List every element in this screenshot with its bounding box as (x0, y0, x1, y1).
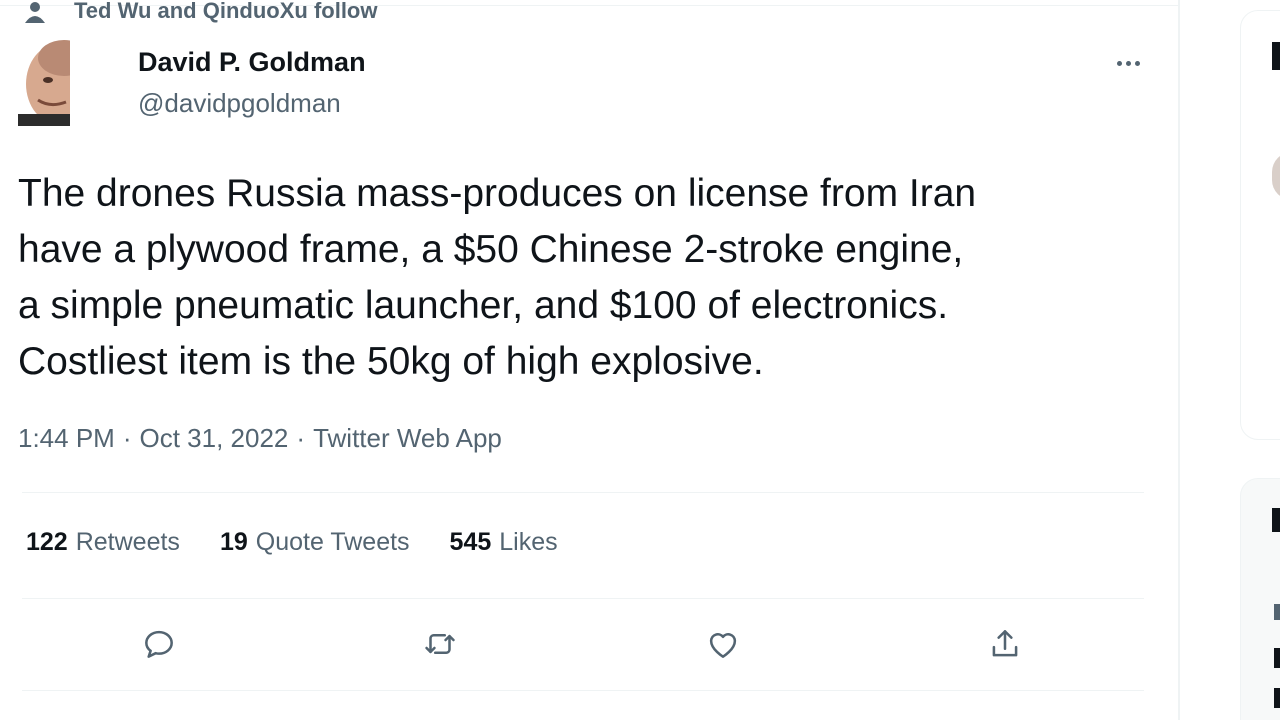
person-icon (22, 1, 48, 27)
author-name[interactable]: David P. Goldman (138, 47, 366, 78)
like-button[interactable] (699, 620, 747, 668)
sidebar-text-fragment (1274, 688, 1280, 708)
author-avatar[interactable] (18, 38, 70, 126)
like-icon (709, 633, 737, 658)
tweet-source[interactable]: Twitter Web App (313, 423, 502, 454)
divider (22, 492, 1144, 493)
sidebar-heading-fragment (1272, 508, 1280, 532)
likes-label: Likes (499, 528, 558, 556)
retweet-icon (425, 634, 455, 654)
share-button[interactable] (981, 620, 1029, 668)
tweet-text-line: Costliest item is the 50kg of high explo… (18, 340, 764, 383)
retweets-label: Retweets (75, 528, 180, 556)
more-dot (1125, 60, 1131, 66)
tweet-text-line: The drones Russia mass-produces on licen… (18, 172, 977, 215)
quote-tweets-label: Quote Tweets (255, 528, 410, 556)
tweet-text-line: a simple pneumatic launcher, and $100 of… (18, 284, 949, 327)
sidebar-card (1240, 10, 1280, 440)
meta-separator: · (122, 423, 132, 453)
quote-tweets-count: 19 (219, 528, 248, 556)
sidebar-heading-fragment (1272, 42, 1280, 70)
quote-tweets-stat[interactable]: 19 Quote Tweets (220, 528, 410, 557)
tweet-date[interactable]: Oct 31, 2022 (140, 423, 289, 454)
tweet-time[interactable]: 1:44 PM (18, 423, 115, 454)
reply-icon (145, 630, 173, 658)
divider (22, 598, 1144, 599)
sidebar-text-fragment (1274, 604, 1280, 620)
column-separator (1178, 0, 1180, 720)
more-dot (1116, 60, 1122, 66)
social-context-text: Ted Wu and QinduoXu follow (74, 0, 378, 23)
retweet-button[interactable] (416, 620, 464, 668)
retweets-stat[interactable]: 122 Retweets (26, 528, 180, 557)
social-context[interactable]: Ted Wu and QinduoXu follow (22, 0, 377, 28)
tweet-text: The drones Russia mass-produces on licen… (18, 166, 1168, 390)
likes-stat[interactable]: 545 Likes (450, 528, 558, 557)
meta-separator: · (296, 423, 306, 453)
more-options-button[interactable] (1106, 48, 1150, 78)
more-dot (1134, 60, 1140, 66)
tweet-actions (0, 620, 1140, 672)
retweets-count: 122 (26, 528, 68, 556)
tweet-meta: 1:44 PM · Oct 31, 2022 · Twitter Web App (18, 423, 502, 454)
author-handle[interactable]: @davidpgoldman (138, 88, 341, 119)
tweet-text-line: have a plywood frame, a $50 Chinese 2-st… (18, 228, 964, 271)
divider (22, 690, 1144, 691)
tweet-detail: Ted Wu and QinduoXu follow David P. Gold… (0, 0, 1180, 720)
likes-count: 545 (449, 528, 492, 556)
reply-button[interactable] (135, 620, 183, 668)
sidebar-text-fragment (1274, 648, 1280, 668)
share-icon (992, 630, 1018, 657)
tweet-stats: 122 Retweets 19 Quote Tweets 545 Likes (26, 528, 598, 557)
